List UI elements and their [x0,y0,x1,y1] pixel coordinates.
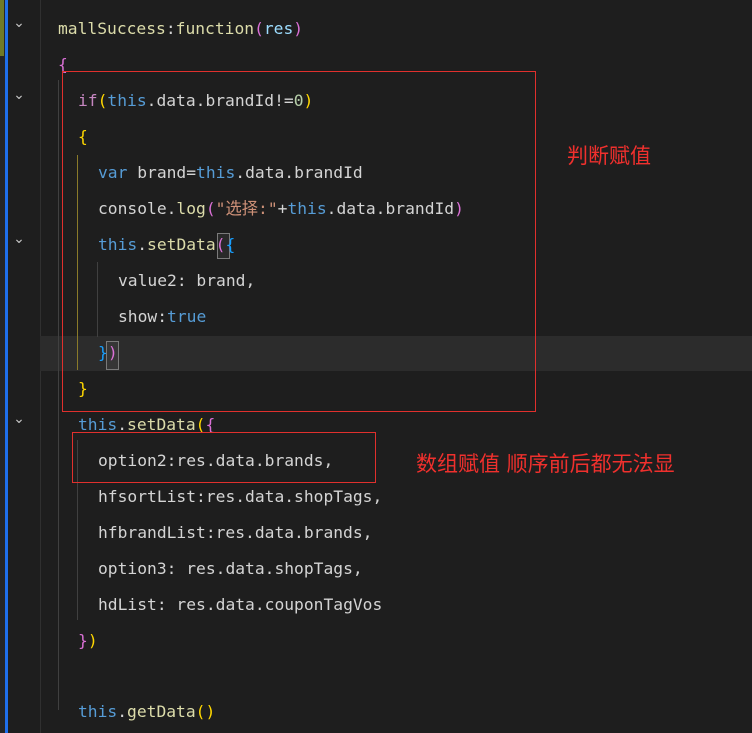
code-line[interactable]: hdList: res.data.couponTagVos [98,594,382,616]
modified-line-indicator [0,0,4,56]
code-line[interactable]: this.getData() [78,701,215,723]
change-indicator-bar [5,0,8,733]
code-line[interactable]: hfsortList:res.data.shopTags, [98,486,382,508]
code-line[interactable]: option3: res.data.shopTags, [98,558,363,580]
chevron-down-icon[interactable]: ⌄ [10,232,28,246]
annotation-box-array [72,432,376,483]
chevron-down-icon[interactable]: ⌄ [10,16,28,30]
chevron-down-icon[interactable]: ⌄ [10,412,28,426]
annotation-array-assign: 数组赋值 顺序前后都无法显 [416,452,675,476]
code-line[interactable]: hfbrandList:res.data.brands, [98,522,372,544]
method-name: mallSuccess [58,19,166,38]
chevron-down-icon[interactable]: ⌄ [10,88,28,102]
annotation-judge-assign: 判断赋值 [567,144,651,168]
code-line[interactable]: }) [78,630,98,652]
param: res [263,19,294,38]
annotation-box-judge [62,71,536,412]
keyword: function [175,19,255,38]
indent-guide [58,80,59,710]
code-line[interactable]: mallSuccess:function(res) [58,18,303,40]
